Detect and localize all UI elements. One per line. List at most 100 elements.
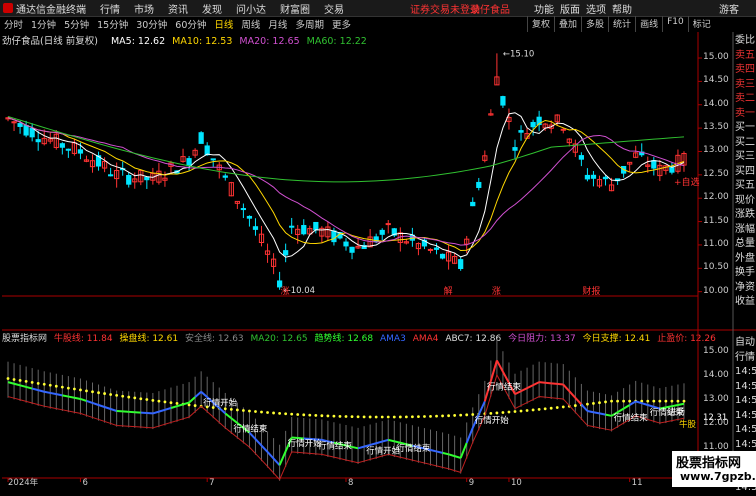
quote-row-label: 净资 bbox=[735, 281, 756, 296]
trend-segment bbox=[262, 446, 268, 452]
trend-segment bbox=[642, 403, 648, 405]
trend-segment bbox=[382, 440, 388, 442]
support-dot bbox=[164, 401, 167, 404]
trend-segment bbox=[225, 413, 231, 418]
trend-segment bbox=[189, 397, 195, 402]
support-dot bbox=[520, 410, 523, 413]
price-tick: 10.50 bbox=[703, 262, 729, 272]
support-dot bbox=[369, 416, 372, 419]
support-dot bbox=[43, 383, 46, 386]
candle-body bbox=[36, 140, 40, 142]
support-dot bbox=[320, 414, 323, 417]
trend-segment bbox=[533, 382, 539, 385]
candle-body bbox=[513, 148, 517, 151]
trend-segment bbox=[86, 401, 92, 403]
kline-chart[interactable]: ←15.10←10.04涨解涨财报+自选行情开始行情结束行情开始行情结束行情开始… bbox=[0, 0, 756, 487]
support-dot bbox=[628, 400, 631, 403]
trend-segment bbox=[153, 412, 159, 414]
candle-body bbox=[428, 249, 432, 250]
candle-body bbox=[603, 177, 607, 178]
support-dot bbox=[314, 414, 317, 417]
candle-body bbox=[531, 122, 535, 126]
candle-body bbox=[585, 175, 589, 178]
support-dot bbox=[49, 384, 52, 387]
trend-segment bbox=[255, 439, 261, 445]
support-dot bbox=[158, 400, 161, 403]
support-dot bbox=[145, 398, 148, 401]
trend-segment bbox=[437, 451, 443, 452]
trend-segment bbox=[430, 450, 436, 451]
tick-row-label: 14:5 bbox=[735, 380, 756, 395]
support-dot bbox=[254, 410, 257, 413]
tick-row-label: 14:5 bbox=[735, 438, 756, 453]
event-marker: 解 bbox=[444, 285, 453, 297]
quote-row-label: 涨幅 bbox=[735, 223, 756, 238]
trend-segment bbox=[268, 452, 274, 459]
quote-row-label: 买二 bbox=[735, 136, 756, 151]
event-marker: 涨 bbox=[281, 286, 290, 297]
support-dot bbox=[351, 415, 354, 418]
candle-body bbox=[471, 202, 475, 205]
candle-body bbox=[332, 231, 336, 242]
candle-body bbox=[302, 226, 306, 234]
trend-segment bbox=[50, 393, 56, 394]
support-dot bbox=[502, 411, 505, 414]
trend-segment bbox=[201, 392, 207, 397]
quote-row-label: 外盘 bbox=[735, 252, 756, 267]
trend-segment bbox=[171, 406, 177, 408]
trend-segment bbox=[165, 408, 171, 410]
support-dot bbox=[508, 411, 511, 414]
trend-segment bbox=[449, 454, 455, 456]
trend-segment bbox=[678, 404, 684, 405]
trend-segment bbox=[581, 404, 587, 411]
support-dot bbox=[671, 400, 674, 403]
candle-body bbox=[199, 133, 203, 144]
price-tick: 13.50 bbox=[703, 122, 729, 132]
support-dot bbox=[465, 413, 468, 416]
candle-body bbox=[440, 254, 444, 258]
price-tick: 14.00 bbox=[703, 99, 729, 109]
trend-segment bbox=[74, 398, 80, 399]
auto-select-label: +自选 bbox=[674, 176, 700, 188]
candle-body bbox=[380, 230, 384, 234]
trend-segment bbox=[177, 404, 183, 406]
support-dot bbox=[544, 407, 547, 410]
support-dot bbox=[435, 415, 438, 418]
price-tick: 12.50 bbox=[703, 169, 729, 179]
support-dot bbox=[586, 403, 589, 406]
candle-body bbox=[253, 227, 257, 230]
support-dot bbox=[616, 400, 619, 403]
indicator-tick: 14.00 bbox=[703, 370, 729, 380]
trend-segment bbox=[551, 383, 557, 384]
support-dot bbox=[683, 400, 686, 403]
support-dot bbox=[308, 414, 311, 417]
candle-body bbox=[127, 176, 131, 185]
support-dot bbox=[170, 401, 173, 404]
candle-body bbox=[145, 177, 149, 179]
support-dot bbox=[176, 402, 179, 405]
trend-segment bbox=[231, 418, 237, 423]
signal-annotation: 行情结束 bbox=[487, 381, 522, 392]
support-dot bbox=[266, 411, 269, 414]
price-tick: 12.00 bbox=[703, 192, 729, 202]
trend-segment bbox=[593, 412, 599, 413]
support-dot bbox=[339, 415, 342, 418]
quote-row-label: 换手 bbox=[735, 266, 756, 281]
support-dot bbox=[260, 411, 263, 414]
support-dot bbox=[73, 388, 76, 391]
date-tick: 8 bbox=[348, 478, 353, 487]
support-dot bbox=[447, 414, 450, 417]
trend-segment bbox=[99, 405, 105, 407]
support-dot bbox=[526, 409, 529, 412]
trend-segment bbox=[376, 442, 382, 444]
candle-body bbox=[247, 216, 251, 218]
support-dot bbox=[194, 404, 197, 407]
support-dot bbox=[598, 401, 601, 404]
support-dot bbox=[622, 400, 625, 403]
trend-segment bbox=[388, 440, 394, 441]
trend-segment bbox=[105, 407, 111, 409]
candle-body bbox=[477, 182, 481, 187]
support-dot bbox=[646, 400, 649, 403]
quote-row-label: 涨跌 bbox=[735, 208, 756, 223]
price-tick: 13.00 bbox=[703, 145, 729, 155]
